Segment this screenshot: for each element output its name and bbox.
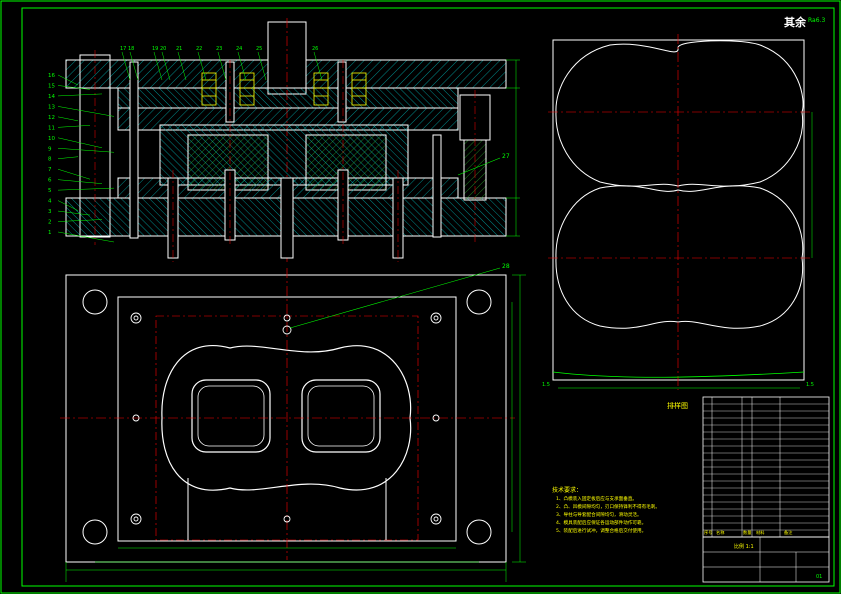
page-number: 01 xyxy=(816,574,822,580)
leader-line xyxy=(57,156,79,159)
title-block: 比例 1:1 01 xyxy=(702,536,830,583)
part-label: 15 xyxy=(48,83,55,89)
strip-outline xyxy=(552,39,805,381)
plan-view: 28 xyxy=(60,263,526,582)
part-label: 16 xyxy=(48,73,55,79)
tech-item: 5、装配后进行试冲，调整合格后交付使用。 xyxy=(556,527,646,534)
section-dimensions xyxy=(506,59,520,237)
blank-lower xyxy=(555,185,804,329)
technical-requirements: 技术要求： 1、凸模装入固定板后应与支承面垂直。 2、凸、凹模间隙均匀，刃口保持… xyxy=(552,486,660,534)
lower-plate-outline xyxy=(65,274,507,563)
blank-upper xyxy=(555,40,804,187)
right-edge-mark: 1.5 xyxy=(806,382,814,388)
part-label: 21 xyxy=(176,46,182,52)
roughness-value: Ra6.3 xyxy=(808,17,825,24)
part-label: 14 xyxy=(48,94,55,100)
part-label: 8 xyxy=(48,157,52,163)
part-label-28: 28 xyxy=(502,263,510,270)
bom-header-cell: 备注 xyxy=(784,529,793,536)
part-label: 22 xyxy=(196,46,202,52)
part-label: 19 xyxy=(152,46,158,52)
bill-of-materials: 序号 名称 数量 材料 备注 xyxy=(702,396,830,538)
backing-plate xyxy=(117,87,459,109)
bom-header-cell: 序号 xyxy=(704,529,712,536)
part-label: 5 xyxy=(48,188,52,194)
leader-line xyxy=(57,116,79,122)
part-label: 20 xyxy=(160,46,166,52)
bom-header-cell: 材料 xyxy=(756,529,765,536)
bom-header-cell: 数量 xyxy=(743,529,751,536)
leader-line xyxy=(57,148,115,153)
tech-item: 2、凸、凹模间隙均匀，刃口保持锋利不得有毛刺。 xyxy=(556,503,660,510)
cavity-left xyxy=(191,379,271,453)
part-label: 2 xyxy=(48,220,52,226)
section-view xyxy=(65,18,507,262)
part-label: 23 xyxy=(216,46,222,52)
screw-holes xyxy=(130,312,442,525)
part-label: 18 xyxy=(128,46,134,52)
cavity-right xyxy=(301,379,381,453)
leader-line xyxy=(57,125,91,128)
part-label: 26 xyxy=(312,46,318,52)
part-label: 6 xyxy=(48,178,52,184)
part-label: 13 xyxy=(48,104,55,110)
strip-layout-title: 排样图 xyxy=(667,401,688,410)
leader-line xyxy=(57,168,91,180)
tech-item: 4、模具装配后应保证各运动部件动作可靠。 xyxy=(556,519,646,526)
scale-note: 比例 1:1 xyxy=(734,543,754,550)
part-label: 17 xyxy=(120,46,126,52)
leader-line xyxy=(57,106,115,117)
tech-item: 1、凸模装入固定板后应与支承面垂直。 xyxy=(556,495,637,502)
plan-dimensions xyxy=(65,274,526,582)
bom-header-cell: 名称 xyxy=(716,529,724,536)
part-label: 1 xyxy=(48,230,52,236)
leader-line xyxy=(57,187,115,191)
tech-heading: 技术要求： xyxy=(552,486,582,494)
part-label: 12 xyxy=(48,115,55,121)
part-label: 10 xyxy=(48,136,55,142)
strip-layout: 1.5 1.5 排样图 xyxy=(542,34,814,410)
drawing-sheet: 16151413121110987654321 17 18 19 20 21 22 23 24… xyxy=(0,0,841,594)
part-label: 9 xyxy=(48,146,52,152)
part-label: 25 xyxy=(256,46,262,52)
tech-item: 3、导柱与导套配合间隙均匀，滑动灵活。 xyxy=(556,511,642,518)
left-edge-mark: 1.5 xyxy=(542,382,550,388)
corner-mark: 其余 xyxy=(784,15,807,29)
part-label: 24 xyxy=(236,46,242,52)
part-label-27: 27 xyxy=(502,153,510,160)
part-label: 3 xyxy=(48,209,52,215)
part-label: 4 xyxy=(48,199,52,205)
part-label: 11 xyxy=(48,125,55,131)
part-label: 7 xyxy=(48,167,52,173)
